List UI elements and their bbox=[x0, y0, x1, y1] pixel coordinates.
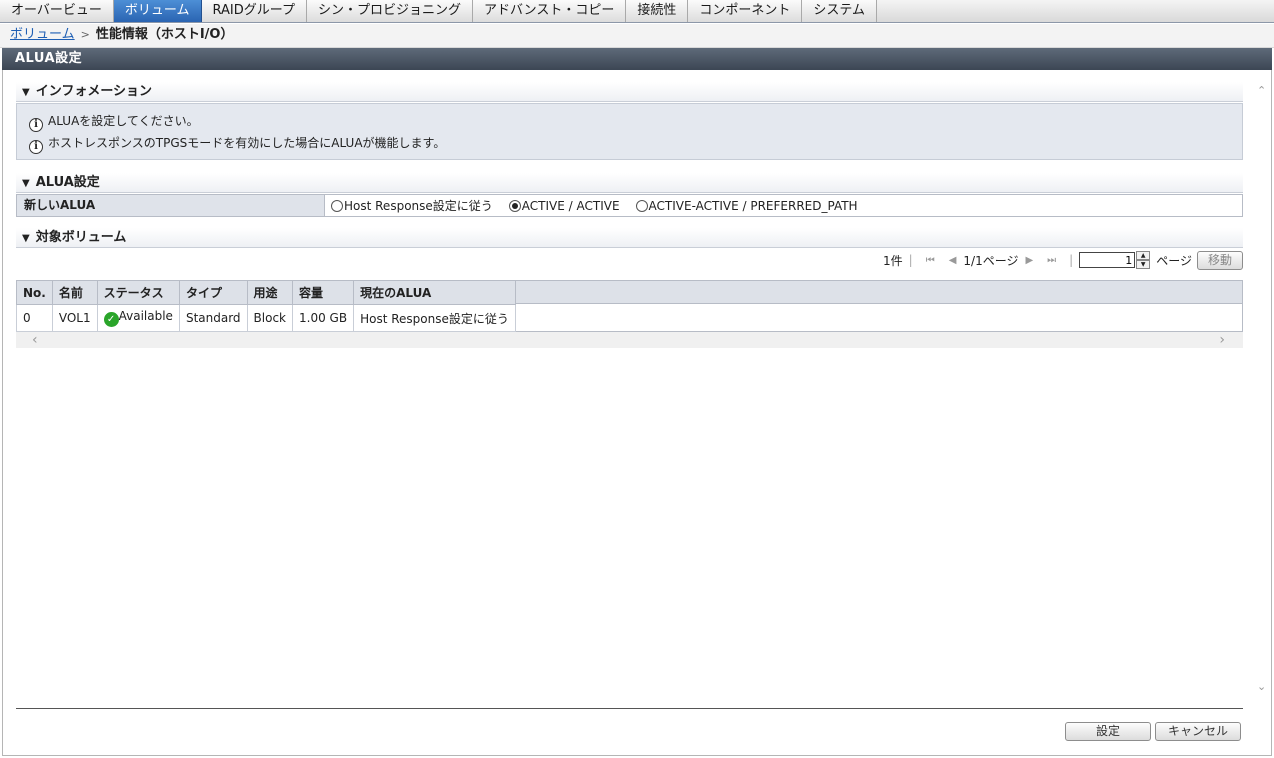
breadcrumb-separator: > bbox=[80, 28, 90, 41]
info-message-text: ホストレスポンスのTPGSモードを有効にした場合にALUAが機能します。 bbox=[48, 136, 446, 150]
cell-no: 0 bbox=[16, 304, 53, 332]
info-message: i ALUAを設定してください。 bbox=[29, 110, 1242, 132]
radio-button-checked-icon[interactable] bbox=[508, 199, 521, 212]
column-header-no[interactable]: No. bbox=[16, 280, 53, 305]
cell-capacity: 1.00 GB bbox=[292, 304, 355, 332]
cell-name: VOL1 bbox=[51, 304, 98, 332]
status-text: Available bbox=[118, 309, 173, 323]
pager: 1件 | ⏮ ◀ 1/1ページ ▶ ⏭ | ▲ ▼ ページ 移動 bbox=[603, 250, 1243, 270]
volume-section-header[interactable]: ▼ 対象ボリューム bbox=[16, 228, 1243, 248]
info-icon: i bbox=[29, 140, 43, 154]
page-info: 1/1ページ bbox=[963, 253, 1019, 268]
scroll-down-icon[interactable]: ⌄ bbox=[1257, 680, 1266, 693]
page-suffix: ページ bbox=[1156, 253, 1192, 268]
breadcrumb-current: 性能情報（ホストI/O） bbox=[95, 27, 234, 42]
scroll-up-icon[interactable]: ⌃ bbox=[1257, 84, 1266, 97]
volume-table: No. 名前 ステータス タイプ 用途 容量 現在のALUA 0 VOL1 ✓ A… bbox=[16, 280, 516, 332]
spin-down-icon[interactable]: ▼ bbox=[1136, 260, 1151, 269]
volume-section-title: 対象ボリューム bbox=[35, 230, 127, 245]
radio-preferred-path[interactable]: ACTIVE-ACTIVE / PREFERRED_PATH bbox=[635, 198, 858, 213]
cell-usage: Block bbox=[246, 304, 294, 332]
divider bbox=[16, 708, 1243, 709]
info-icon: i bbox=[29, 118, 43, 132]
next-page-icon[interactable]: ▶ bbox=[1025, 255, 1033, 266]
info-section-title: インフォメーション bbox=[35, 84, 153, 99]
go-page-button[interactable]: 移動 bbox=[1196, 250, 1243, 270]
page-title: ALUA設定 bbox=[2, 48, 1272, 70]
info-message-text: ALUAを設定してください。 bbox=[48, 114, 199, 128]
main-panel: ⌃ ⌄ ▼ インフォメーション i ALUAを設定してください。 i ホストレスポンス… bbox=[2, 70, 1272, 756]
main-tab-bar: オーバービュー ボリューム RAIDグループ シン・プロビジョニング アドバンス… bbox=[0, 0, 1274, 23]
set-button[interactable]: 設定 bbox=[1065, 722, 1151, 741]
page-number-input[interactable] bbox=[1079, 252, 1136, 268]
vertical-scrollbar[interactable]: ⌃ ⌄ bbox=[1255, 80, 1271, 700]
radio-active-active[interactable]: ACTIVE / ACTIVE bbox=[508, 198, 620, 213]
breadcrumb-volume-link[interactable]: ボリューム bbox=[10, 27, 75, 42]
cell-type: Standard bbox=[178, 304, 248, 332]
info-section-header[interactable]: ▼ インフォメーション bbox=[16, 82, 1243, 102]
radio-button-icon[interactable] bbox=[635, 199, 648, 212]
tab-connectivity[interactable]: 接続性 bbox=[626, 0, 689, 22]
collapse-triangle-icon: ▼ bbox=[22, 87, 30, 98]
spin-up-icon[interactable]: ▲ bbox=[1136, 251, 1151, 260]
collapse-triangle-icon: ▼ bbox=[22, 178, 30, 189]
table-row[interactable]: 0 VOL1 ✓ Available Standard Block 1.00 GB… bbox=[16, 304, 516, 332]
item-count: 1件 bbox=[883, 253, 903, 268]
column-header-current-alua[interactable]: 現在のALUA bbox=[353, 280, 516, 305]
column-header-usage[interactable]: 用途 bbox=[246, 280, 294, 305]
breadcrumb: ボリューム > 性能情報（ホストI/O） bbox=[0, 24, 1274, 48]
scroll-right-icon[interactable]: › bbox=[1219, 332, 1225, 348]
table-header-row: No. 名前 ステータス タイプ 用途 容量 現在のALUA bbox=[16, 280, 516, 305]
radio-label: ACTIVE / ACTIVE bbox=[521, 198, 620, 213]
tab-thin-provisioning[interactable]: シン・プロビジョニング bbox=[306, 0, 473, 22]
alua-radio-group: Host Response設定に従う ACTIVE / ACTIVE ACTIV… bbox=[325, 195, 874, 216]
radio-button-icon[interactable] bbox=[331, 199, 343, 212]
cell-status: ✓ Available bbox=[96, 304, 180, 332]
page-spinner: ▲ ▼ bbox=[1136, 251, 1151, 269]
alua-section-header[interactable]: ▼ ALUA設定 bbox=[16, 173, 1243, 193]
column-header-status[interactable]: ステータス bbox=[96, 280, 180, 305]
column-header-capacity[interactable]: 容量 bbox=[292, 280, 355, 305]
tab-overview[interactable]: オーバービュー bbox=[0, 0, 114, 22]
first-page-icon[interactable]: ⏮ bbox=[926, 255, 935, 266]
tab-raid-group[interactable]: RAIDグループ bbox=[201, 0, 307, 22]
action-buttons: 設定 キャンセル bbox=[1065, 722, 1241, 741]
cell-current-alua: Host Response設定に従う bbox=[353, 304, 516, 332]
tab-system[interactable]: システム bbox=[802, 0, 878, 22]
radio-host-response[interactable]: Host Response設定に従う bbox=[331, 197, 493, 214]
last-page-icon[interactable]: ⏭ bbox=[1047, 255, 1056, 266]
info-message: i ホストレスポンスのTPGSモードを有効にした場合にALUAが機能します。 bbox=[29, 132, 1242, 154]
radio-label: ACTIVE-ACTIVE / PREFERRED_PATH bbox=[648, 198, 858, 213]
new-alua-label: 新しいALUA bbox=[17, 195, 325, 216]
column-header-name[interactable]: 名前 bbox=[51, 280, 98, 305]
tab-advanced-copy[interactable]: アドバンスト・コピー bbox=[472, 0, 627, 22]
tab-volume[interactable]: ボリューム bbox=[113, 0, 202, 22]
new-alua-row: 新しいALUA Host Response設定に従う ACTIVE / ACTI… bbox=[16, 194, 1243, 217]
cancel-button[interactable]: キャンセル bbox=[1155, 722, 1241, 741]
check-circle-icon: ✓ bbox=[103, 312, 119, 327]
column-header-type[interactable]: タイプ bbox=[178, 280, 248, 305]
pager-separator: | bbox=[1069, 253, 1074, 267]
collapse-triangle-icon: ▼ bbox=[22, 233, 30, 244]
info-box: i ALUAを設定してください。 i ホストレスポンスのTPGSモードを有効にした場… bbox=[16, 103, 1243, 160]
radio-label: Host Response設定に従う bbox=[344, 199, 493, 213]
alua-section-title: ALUA設定 bbox=[35, 175, 100, 190]
tab-component[interactable]: コンポーネント bbox=[688, 0, 803, 22]
horizontal-scrollbar[interactable]: ‹ › bbox=[16, 332, 1243, 348]
scroll-left-icon[interactable]: ‹ bbox=[32, 332, 38, 348]
prev-page-icon[interactable]: ◀ bbox=[949, 255, 957, 266]
pager-separator: | bbox=[908, 253, 913, 267]
